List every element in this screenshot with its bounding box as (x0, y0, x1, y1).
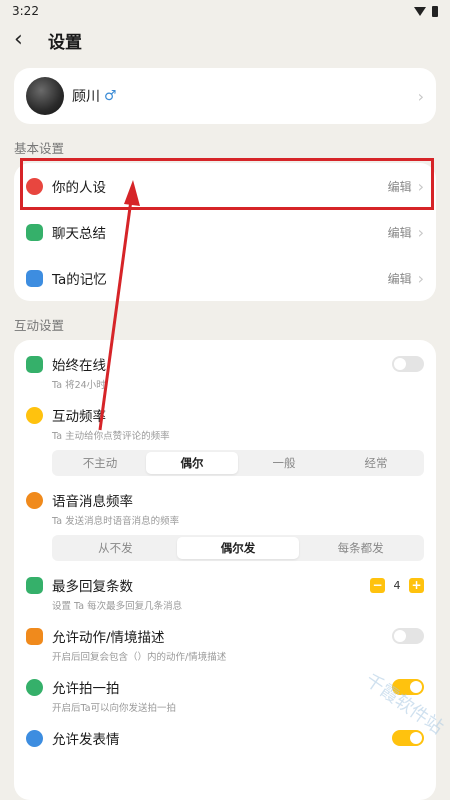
profile-name: 顾川 (72, 89, 100, 105)
quantity-stepper: − 4 + (370, 577, 424, 593)
reply-count-icon (26, 576, 43, 594)
setting-title: 语音消息频率 (52, 494, 133, 510)
page-title: 设置 (48, 32, 82, 53)
setting-desc: Ta 发送消息时语音消息的频率 (52, 516, 180, 527)
voice-frequency-setting: 语音消息频率 Ta 发送消息时语音消息的频率 从不发 偶尔发 每条都发 (14, 482, 436, 567)
setting-title: 最多回复条数 (52, 579, 133, 595)
edit-link[interactable]: 编辑 (388, 224, 412, 241)
setting-desc: 设置 Ta 每次最多回复几条消息 (52, 601, 183, 612)
always-online-setting: 始终在线 Ta 将24小时 (14, 346, 436, 397)
section-label-interaction: 互动设置 (14, 318, 65, 333)
setting-title: 允许拍一拍 (52, 681, 120, 697)
segment-option-selected[interactable]: 偶尔 (146, 452, 238, 474)
row-memory[interactable]: Ta的记忆 编辑 › (14, 255, 436, 301)
allow-action-setting: 允许动作/情境描述 开启后回复会包含（）内的动作/情境描述 (14, 618, 436, 669)
battery-icon (432, 5, 438, 17)
back-arrow-icon[interactable]: ‹ (14, 29, 42, 51)
segment-option[interactable]: 从不发 (54, 537, 177, 559)
increment-button[interactable]: + (409, 577, 424, 593)
hand-wave-icon (26, 678, 43, 696)
nav-bar: ‹ 设置 (0, 22, 450, 58)
setting-title: 允许动作/情境描述 (52, 630, 165, 646)
allow-action-toggle[interactable] (392, 628, 424, 644)
setting-desc: 开启后回复会包含（）内的动作/情境描述 (52, 652, 227, 663)
memory-icon (26, 269, 43, 287)
row-label: 聊天总结 (52, 226, 106, 242)
emoji-icon (26, 729, 43, 747)
edit-link[interactable]: 编辑 (388, 270, 412, 287)
setting-title: 始终在线 (52, 358, 106, 374)
interaction-frequency-segment: 不主动 偶尔 一般 经常 (52, 450, 424, 476)
max-replies-setting: 最多回复条数 − 4 + 设置 Ta 每次最多回复几条消息 (14, 567, 436, 618)
chevron-right-icon: › (417, 268, 424, 288)
chat-summary-icon (26, 223, 43, 241)
row-chat-summary[interactable]: 聊天总结 编辑 › (14, 209, 436, 255)
interaction-frequency-setting: 互动频率 Ta 主动给你点赞评论的频率 不主动 偶尔 一般 经常 (14, 397, 436, 482)
chevron-right-icon: › (417, 222, 424, 242)
setting-desc: Ta 将24小时 (52, 380, 106, 391)
stepper-value: 4 (393, 578, 401, 592)
status-icons (414, 5, 438, 17)
allow-sticker-toggle[interactable] (392, 730, 424, 746)
segment-option-selected[interactable]: 偶尔发 (176, 537, 300, 559)
status-bar: 3:22 (0, 0, 450, 22)
setting-desc: Ta 主动给你点赞评论的频率 (52, 431, 170, 442)
segment-option[interactable]: 每条都发 (299, 537, 422, 559)
setting-title: 互动频率 (52, 409, 106, 425)
segment-option[interactable]: 不主动 (54, 452, 146, 474)
segment-option[interactable]: 经常 (330, 452, 422, 474)
row-label: Ta的记忆 (52, 272, 107, 288)
online-icon (26, 355, 43, 373)
avatar (26, 77, 64, 115)
voice-frequency-segment: 从不发 偶尔发 每条都发 (52, 535, 424, 561)
male-gender-icon: ♂ (104, 88, 117, 104)
setting-desc: 开启后Ta可以向你发送拍一拍 (52, 703, 177, 714)
allow-sticker-setting: 允许发表情 (14, 720, 436, 754)
always-online-toggle[interactable] (392, 356, 424, 372)
annotation-highlight-box (20, 158, 434, 210)
segment-option[interactable]: 一般 (238, 452, 330, 474)
voice-bubble-icon (26, 491, 43, 509)
profile-card[interactable]: 顾川 ♂ › (14, 68, 436, 124)
status-time: 3:22 (12, 4, 39, 18)
decrement-button[interactable]: − (370, 577, 385, 593)
setting-title: 允许发表情 (52, 732, 120, 748)
action-icon (26, 627, 43, 645)
interaction-settings-card: 始终在线 Ta 将24小时 互动频率 Ta 主动给你点赞评论的频率 不主动 偶尔… (14, 340, 436, 800)
wifi-icon (414, 6, 426, 16)
wave-icon (26, 406, 43, 424)
chevron-right-icon: › (417, 86, 424, 106)
